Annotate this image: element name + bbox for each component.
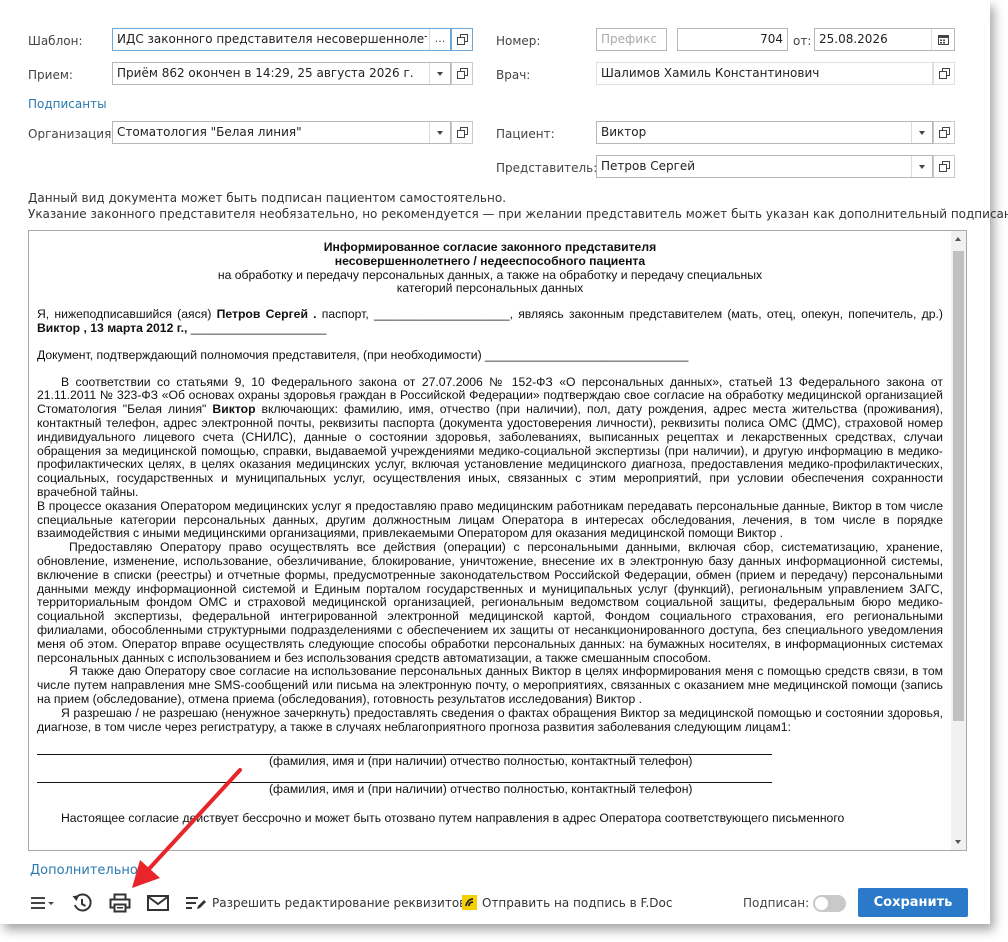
annotation-arrow <box>132 768 242 888</box>
